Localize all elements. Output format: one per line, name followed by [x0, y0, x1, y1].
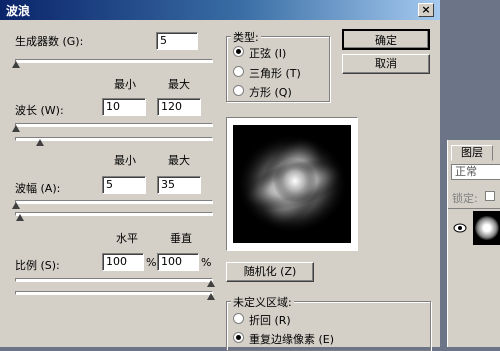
- blend-mode-select[interactable]: 正常: [451, 164, 500, 180]
- amplitude-max-track: [15, 212, 213, 216]
- scale-label: 比例 (S):: [15, 259, 60, 272]
- amplitude-max-input[interactable]: 35: [157, 176, 201, 194]
- generators-slider-handle[interactable]: [12, 61, 20, 68]
- repeat-edge-radio[interactable]: [233, 332, 244, 343]
- scale-vertical-input[interactable]: 100: [157, 253, 199, 271]
- lock-label: 锁定:: [452, 192, 478, 205]
- repeat-edge-label[interactable]: 重复边缘像素 (E): [249, 331, 334, 347]
- scale-horizontal-input[interactable]: 100: [102, 253, 144, 271]
- amplitude-max-handle[interactable]: [16, 214, 24, 221]
- visibility-eye-icon[interactable]: [453, 223, 467, 233]
- wavelength-max-input[interactable]: 120: [157, 98, 201, 116]
- wave-preview-graphic: [236, 134, 348, 234]
- generators-label: 生成器数 (G):: [15, 35, 84, 48]
- layers-tab[interactable]: 图层: [451, 145, 493, 161]
- layer-row[interactable]: [448, 209, 500, 249]
- wrap-around-radio[interactable]: [233, 313, 244, 324]
- amplitude-min-track: [15, 200, 213, 204]
- type-square-label[interactable]: 方形 (Q): [249, 84, 292, 100]
- close-icon: ×: [421, 3, 431, 16]
- amplitude-min-handle[interactable]: [12, 202, 20, 209]
- randomize-button[interactable]: 随机化 (Z): [226, 262, 314, 282]
- undefined-area-title: 未定义区域:: [231, 294, 294, 310]
- type-triangle-radio[interactable]: [233, 66, 244, 77]
- scale-horizontal-handle[interactable]: [207, 280, 215, 287]
- type-triangle-label[interactable]: 三角形 (T): [249, 65, 301, 81]
- type-sine-radio[interactable]: [233, 46, 244, 57]
- amplitude-label: 波幅 (A):: [15, 182, 61, 195]
- amplitude-min-input[interactable]: 5: [102, 176, 146, 194]
- scale-vertical-handle[interactable]: [207, 293, 215, 300]
- wavelength-max-header: 最大: [168, 78, 190, 91]
- lock-transparency-icon[interactable]: [485, 191, 495, 201]
- preview-frame: [226, 117, 358, 251]
- wavelength-min-handle[interactable]: [12, 125, 20, 132]
- cancel-button[interactable]: 取消: [342, 54, 430, 74]
- type-group-title: 类型:: [231, 29, 261, 45]
- wavelength-label: 波长 (W):: [15, 104, 64, 117]
- generators-slider-track: [15, 59, 213, 63]
- title-bar[interactable]: 波浪 ×: [0, 0, 440, 20]
- scale-vertical-percent: %: [201, 256, 212, 269]
- ok-button[interactable]: 确定: [342, 29, 430, 50]
- scale-horizontal-track: [15, 278, 213, 282]
- layers-tab-label: 图层: [461, 146, 483, 159]
- wavelength-min-header: 最小: [114, 78, 136, 91]
- generators-input[interactable]: 5: [156, 32, 198, 50]
- type-square-radio[interactable]: [233, 85, 244, 96]
- wave-dialog: 波浪 × 生成器数 (G): 5 最小 最大 波长 (W): 10 120 最小…: [0, 0, 440, 351]
- scale-horizontal-header: 水平: [116, 232, 138, 245]
- scale-vertical-track: [15, 291, 213, 295]
- wavelength-min-input[interactable]: 10: [102, 98, 146, 116]
- scale-vertical-header: 垂直: [170, 232, 192, 245]
- wavelength-max-track: [15, 137, 213, 141]
- close-button[interactable]: ×: [418, 3, 434, 17]
- type-sine-label[interactable]: 正弦 (I): [249, 45, 286, 61]
- wrap-around-label[interactable]: 折回 (R): [249, 312, 291, 328]
- dialog-title: 波浪: [6, 4, 31, 18]
- wavelength-max-handle[interactable]: [36, 139, 44, 146]
- amplitude-min-header: 最小: [114, 154, 136, 167]
- layer-thumbnail: [473, 211, 500, 245]
- scale-horizontal-percent: %: [146, 256, 157, 269]
- wavelength-min-track: [15, 123, 213, 127]
- preview-image: [233, 125, 351, 243]
- layer-thumbnail-glow: [475, 216, 499, 240]
- layers-panel: 图层 正常 锁定:: [447, 140, 500, 347]
- amplitude-max-header: 最大: [168, 154, 190, 167]
